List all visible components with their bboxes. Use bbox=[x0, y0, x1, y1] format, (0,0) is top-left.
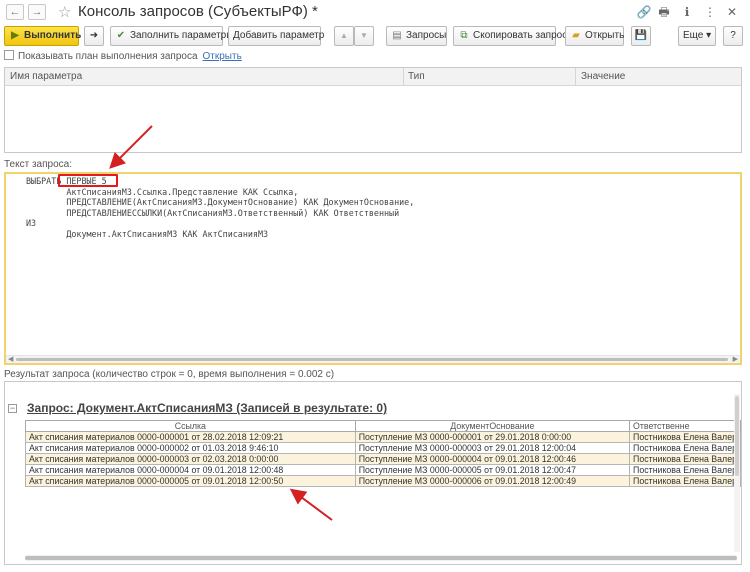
table-cell[interactable]: Поступление МЗ 0000-000005 от 09.01.2018… bbox=[354, 464, 631, 476]
list-icon: ▤ bbox=[392, 30, 402, 41]
table-cell[interactable]: Постникова Елена Валер bbox=[629, 431, 741, 443]
table-cell[interactable]: Поступление МЗ 0000-000003 от 29.01.2018… bbox=[354, 442, 631, 454]
info-icon[interactable]: ℹ bbox=[679, 4, 695, 20]
query-text-label: Текст запроса: bbox=[4, 159, 72, 170]
table-cell[interactable]: Постникова Елена Валер bbox=[629, 464, 741, 476]
link-icon[interactable]: 🔗 bbox=[636, 4, 652, 20]
column-param-name[interactable]: Имя параметра bbox=[10, 71, 82, 82]
horizontal-scroll-thumb[interactable] bbox=[25, 556, 737, 560]
open-label: Открыть bbox=[585, 30, 625, 41]
query-horizontal-scrollbar[interactable]: ◀ ▶ bbox=[6, 355, 740, 363]
play-icon: ▶ bbox=[11, 30, 19, 41]
column-type[interactable]: Тип bbox=[408, 71, 425, 82]
table-row[interactable]: Акт списания материалов 0000-000003 от 0… bbox=[25, 453, 741, 465]
query-text-editor[interactable]: ВЫБРАТЬ ПЕРВЫЕ 5 АктСписанияМЗ.Ссылка.Пр… bbox=[4, 172, 742, 365]
print-icon[interactable]: 🖶 bbox=[656, 4, 672, 20]
go-arrow-button[interactable]: ➜ bbox=[84, 26, 104, 46]
scroll-thumb[interactable] bbox=[16, 358, 728, 361]
result-horizontal-scrollbar[interactable] bbox=[25, 555, 737, 561]
show-plan-label: Показывать план выполнения запроса bbox=[18, 51, 198, 62]
save-button[interactable]: 💾 bbox=[631, 26, 651, 46]
table-cell[interactable]: Акт списания материалов 0000-000003 от 0… bbox=[25, 453, 356, 465]
folder-icon: ▰ bbox=[572, 30, 580, 41]
fill-params-button[interactable]: ✔ Заполнить параметры bbox=[110, 26, 233, 46]
run-button[interactable]: ▶ Выполнить bbox=[4, 26, 82, 46]
queries-button[interactable]: ▤ Запросы bbox=[386, 26, 447, 46]
table-row[interactable]: Акт списания материалов 0000-000001 от 2… bbox=[25, 431, 741, 443]
column-header[interactable]: Ссылка bbox=[25, 420, 356, 432]
help-button[interactable]: ? bbox=[723, 26, 743, 46]
table-cell[interactable]: Акт списания материалов 0000-000001 от 2… bbox=[25, 431, 356, 443]
move-down-button[interactable]: ▼ bbox=[354, 26, 374, 46]
table-cell[interactable]: Акт списания материалов 0000-000004 от 0… bbox=[25, 464, 356, 476]
table-row[interactable]: Акт списания материалов 0000-000005 от 0… bbox=[25, 475, 741, 487]
table-cell[interactable]: Поступление МЗ 0000-000001 от 29.01.2018… bbox=[354, 431, 631, 443]
table-cell[interactable]: Акт списания материалов 0000-000002 от 0… bbox=[25, 442, 356, 454]
column-header[interactable]: Ответственне bbox=[629, 420, 741, 432]
result-title[interactable]: Запрос: Документ.АктСписанияМЗ (Записей … bbox=[27, 401, 387, 415]
more-actions-button[interactable]: Еще ▾ bbox=[678, 26, 716, 46]
show-plan-checkbox[interactable] bbox=[4, 50, 14, 60]
result-panel: − Запрос: Документ.АктСписанияМЗ (Записе… bbox=[4, 381, 742, 565]
vertical-scroll-thumb[interactable] bbox=[735, 396, 739, 476]
copy-query-label: Скопировать запрос bbox=[473, 30, 568, 41]
table-cell[interactable]: Постникова Елена Валер bbox=[629, 453, 741, 465]
show-plan-row: Показывать план выполнения запроса Открыт… bbox=[4, 50, 242, 64]
parameters-header: Имя параметра Тип Значение bbox=[5, 68, 741, 86]
back-button[interactable]: ← bbox=[6, 4, 24, 20]
collapse-icon[interactable]: − bbox=[8, 404, 17, 413]
column-header[interactable]: ДокументОснование bbox=[354, 420, 631, 432]
favorite-star-icon[interactable]: ☆ bbox=[58, 3, 71, 21]
run-label: Выполнить bbox=[24, 30, 82, 41]
move-up-button[interactable]: ▲ bbox=[334, 26, 354, 46]
more-icon[interactable]: ⋮ bbox=[702, 4, 718, 20]
table-row[interactable]: Акт списания материалов 0000-000002 от 0… bbox=[25, 442, 741, 454]
forward-button[interactable]: → bbox=[28, 4, 46, 20]
table-cell[interactable]: Поступление МЗ 0000-000004 от 09.01.2018… bbox=[354, 453, 631, 465]
table-cell[interactable]: Постникова Елена Валер bbox=[629, 475, 741, 487]
result-vertical-scrollbar[interactable] bbox=[734, 394, 740, 552]
table-row[interactable]: Акт списания материалов 0000-000004 от 0… bbox=[25, 464, 741, 476]
highlight-box-first5 bbox=[58, 174, 118, 187]
copy-icon: ⧉ bbox=[460, 30, 468, 41]
scroll-left-icon[interactable]: ◀ bbox=[8, 355, 13, 363]
title-bar: ← → ☆ Консоль запросов (СубъектыРФ) * 🔗 … bbox=[0, 0, 750, 24]
column-value[interactable]: Значение bbox=[581, 71, 625, 82]
table-cell[interactable]: Постникова Елена Валер bbox=[629, 442, 741, 454]
close-icon[interactable]: ✕ bbox=[724, 4, 740, 20]
queries-label: Запросы bbox=[406, 30, 447, 41]
window-title: Консоль запросов (СубъектыРФ) * bbox=[78, 3, 318, 20]
scroll-right-icon[interactable]: ▶ bbox=[733, 355, 738, 363]
result-label: Результат запроса (количество строк = 0,… bbox=[4, 369, 335, 380]
toolbar: ▶ Выполнить ➜ ✔ Заполнить параметры Добави… bbox=[0, 24, 750, 48]
copy-query-button[interactable]: ⧉ Скопировать запрос bbox=[453, 26, 567, 46]
table-cell[interactable]: Акт списания материалов 0000-000005 от 0… bbox=[25, 475, 356, 487]
open-plan-link[interactable]: Открыть bbox=[203, 51, 242, 62]
add-param-button[interactable]: Добавить параметр bbox=[228, 26, 324, 46]
fill-icon: ✔ bbox=[116, 30, 126, 41]
table-cell[interactable]: Поступление МЗ 0000-000006 от 09.01.2018… bbox=[354, 475, 631, 487]
fill-params-label: Заполнить параметры bbox=[130, 30, 234, 41]
open-button[interactable]: ▰ Открыть bbox=[565, 26, 624, 46]
parameters-table[interactable]: Имя параметра Тип Значение bbox=[4, 67, 742, 153]
result-table: Ссылка ДокументОснование Ответственне Ак… bbox=[25, 420, 741, 487]
